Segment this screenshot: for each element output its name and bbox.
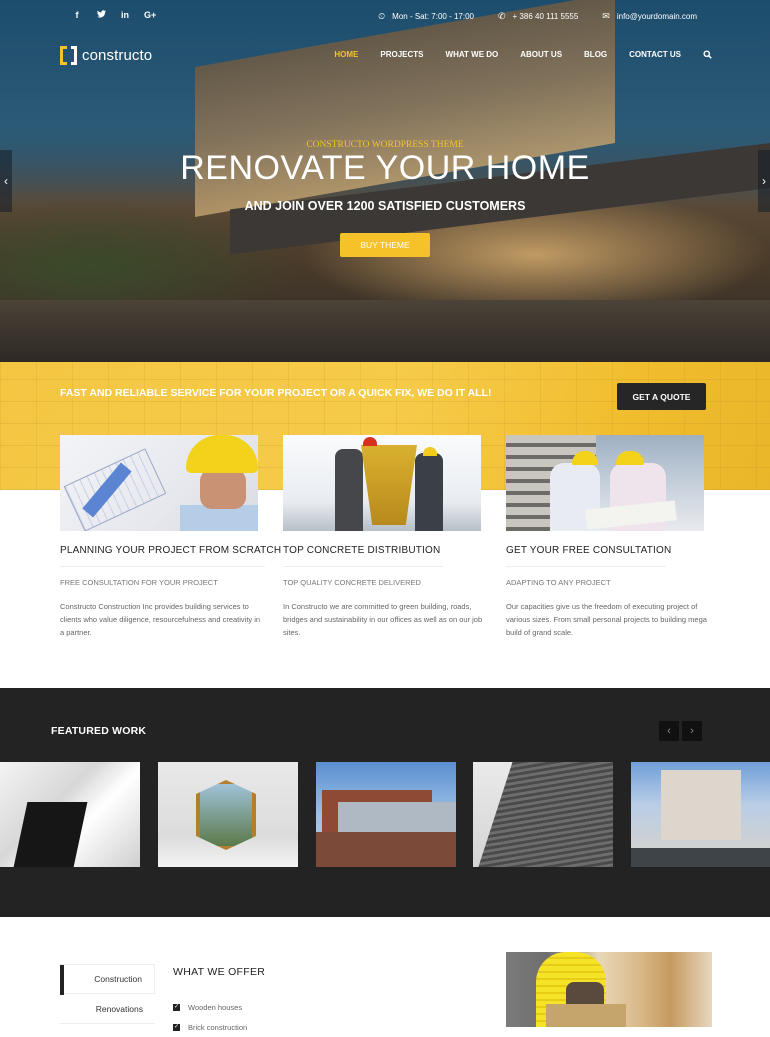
service-image-planning[interactable] <box>60 435 258 531</box>
logo-bracket-icon <box>60 46 77 65</box>
search-icon[interactable] <box>703 50 712 61</box>
main-header: constructo HOME PROJECTS WHAT WE DO ABOU… <box>0 46 770 66</box>
business-hours: ⏲ Mon - Sat: 7:00 - 17:00 <box>378 11 474 22</box>
service-image-consultation[interactable] <box>506 435 704 531</box>
service-subtitle: TOP QUALITY CONCRETE DELIVERED <box>283 578 421 587</box>
featured-carousel <box>0 762 770 868</box>
envelope-icon: ✉ <box>602 11 610 21</box>
list-item: ✓ Brick construction <box>173 1017 247 1037</box>
offer-tabs: Construction Renovations <box>60 964 155 1024</box>
service-title[interactable]: GET YOUR FREE CONSULTATION <box>506 545 704 556</box>
top-bar: f in G+ ⏲ Mon - Sat: 7:00 - 17:00 ✆ + 38… <box>0 10 770 26</box>
featured-item[interactable] <box>316 762 456 867</box>
email-link[interactable]: info@yourdomain.com <box>617 12 697 21</box>
divider <box>60 566 265 567</box>
hero-slider: f in G+ ⏲ Mon - Sat: 7:00 - 17:00 ✆ + 38… <box>0 0 770 362</box>
logo-text: constructo <box>82 47 153 64</box>
nav-contact-us[interactable]: CONTACT US <box>629 50 681 61</box>
service-image-concrete[interactable] <box>283 435 481 531</box>
offer-image-hardhat <box>506 952 712 1027</box>
service-description: Constructo Construction Inc provides bui… <box>60 602 261 637</box>
service-subtitle: ADAPTING TO ANY PROJECT <box>506 578 611 587</box>
offer-title: WHAT WE OFFER <box>173 966 266 978</box>
linkedin-icon[interactable]: in <box>120 10 130 20</box>
divider <box>283 566 443 567</box>
hero-subtitle: AND JOIN OVER 1200 SATISFIED CUSTOMERS <box>244 199 526 213</box>
featured-item[interactable] <box>631 762 770 867</box>
divider <box>506 566 666 567</box>
clock-icon: ⏲ <box>378 11 386 21</box>
twitter-icon[interactable] <box>96 10 106 20</box>
nav-blog[interactable]: BLOG <box>584 50 607 61</box>
tab-construction[interactable]: Construction <box>60 964 155 995</box>
service-title[interactable]: TOP CONCRETE DISTRIBUTION <box>283 545 481 556</box>
get-a-quote-button[interactable]: GET A QUOTE <box>617 383 706 410</box>
featured-item[interactable] <box>0 762 140 867</box>
hero-title: RENOVATE YOUR HOME <box>180 149 590 187</box>
carousel-prev-button[interactable]: ‹ <box>659 721 679 741</box>
checkbox-icon: ✓ <box>173 1003 180 1011</box>
checkbox-icon: ✓ <box>173 1023 180 1031</box>
carousel-next-button[interactable]: › <box>682 721 702 741</box>
phone: ✆ + 386 40 111 5555 <box>498 11 578 22</box>
cta-text: FAST AND RELIABLE SERVICE FOR YOUR PROJE… <box>60 387 492 399</box>
service-subtitle: FREE CONSULTATION FOR YOUR PROJECT <box>60 578 218 587</box>
featured-item[interactable] <box>158 762 298 867</box>
nav-projects[interactable]: PROJECTS <box>380 50 423 61</box>
hours-text: Mon - Sat: 7:00 - 17:00 <box>392 12 474 21</box>
service-card: GET YOUR FREE CONSULTATION ADAPTING TO A… <box>506 435 707 639</box>
list-item-label: Wooden houses <box>188 1002 243 1012</box>
service-title[interactable]: PLANNING YOUR PROJECT FROM SCRATCH <box>60 545 281 556</box>
list-item-label: Brick construction <box>188 1022 248 1032</box>
facebook-icon[interactable]: f <box>72 10 82 20</box>
featured-item[interactable] <box>473 762 613 867</box>
offer-list: ✓ Wooden houses ✓ Brick construction <box>173 997 247 1037</box>
nav-about-us[interactable]: ABOUT US <box>520 50 562 61</box>
nav-home[interactable]: HOME <box>334 50 358 61</box>
service-card: TOP CONCRETE DISTRIBUTION TOP QUALITY CO… <box>283 435 482 639</box>
logo[interactable]: constructo <box>60 46 152 65</box>
phone-text[interactable]: + 386 40 111 5555 <box>513 12 579 21</box>
contact-info: ⏲ Mon - Sat: 7:00 - 17:00 ✆ + 386 40 111… <box>378 11 697 22</box>
email: ✉ info@yourdomain.com <box>602 11 697 22</box>
main-nav: HOME PROJECTS WHAT WE DO ABOUT US BLOG C… <box>334 50 712 61</box>
service-description: Our capacities give us the freedom of ex… <box>506 602 707 637</box>
carousel-controls: ‹ › <box>659 721 702 741</box>
service-card: PLANNING YOUR PROJECT FROM SCRATCH FREE … <box>60 435 281 639</box>
list-item: ✓ Wooden houses <box>173 997 247 1017</box>
services-section: PLANNING YOUR PROJECT FROM SCRATCH FREE … <box>60 435 707 639</box>
google-plus-icon[interactable]: G+ <box>144 10 156 20</box>
social-links: f in G+ <box>72 10 157 20</box>
featured-work-section: FEATURED WORK ‹ › <box>0 688 770 917</box>
buy-theme-button[interactable]: BUY THEME <box>340 233 430 257</box>
hero-caption: CONSTRUCTO WORDPRESS THEME RENOVATE YOUR… <box>0 140 770 257</box>
tab-renovations[interactable]: Renovations <box>60 994 155 1024</box>
nav-what-we-do[interactable]: WHAT WE DO <box>446 50 499 61</box>
featured-work-title: FEATURED WORK <box>51 725 147 737</box>
phone-icon: ✆ <box>497 11 506 21</box>
hero-ground <box>0 300 770 362</box>
service-description: In Constructo we are committed to green … <box>283 602 483 637</box>
